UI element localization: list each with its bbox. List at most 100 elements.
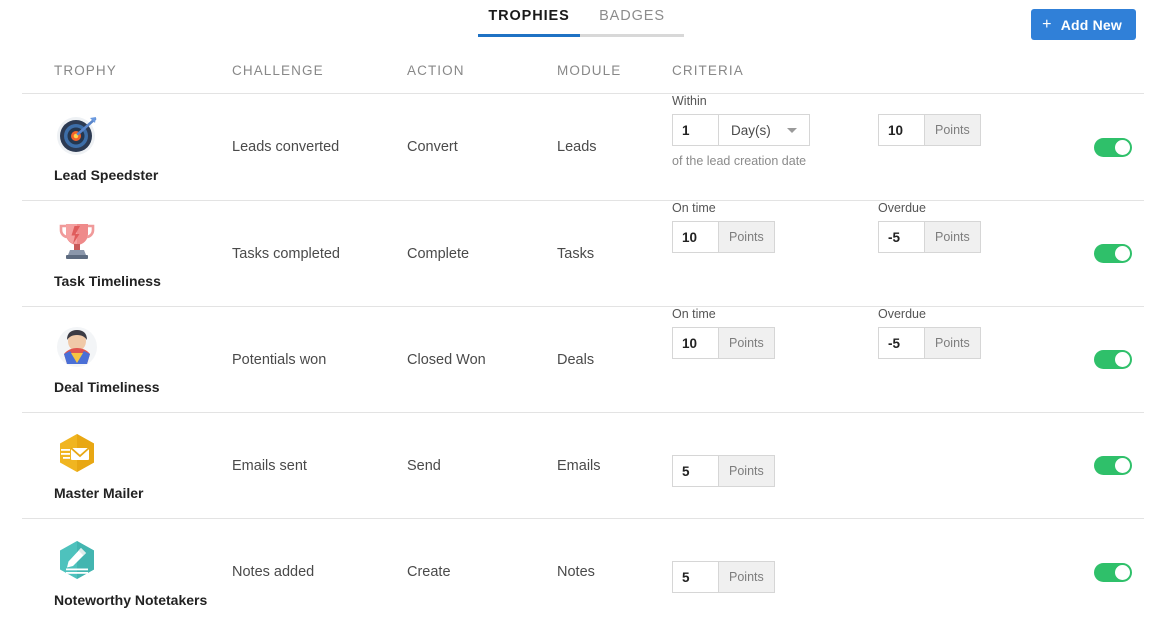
- criteria-unit-label-primary: Points: [718, 327, 775, 359]
- criteria-value-input-secondary[interactable]: [878, 327, 924, 359]
- criteria-input-group-primary: Points: [672, 455, 775, 487]
- module-cell: Tasks: [557, 245, 595, 262]
- enable-toggle-cell: [1072, 413, 1144, 518]
- criteria-group-primary: On time Points: [672, 201, 775, 253]
- criteria-input-group-primary: Day(s): [672, 114, 810, 146]
- target-dartboard-icon: [54, 112, 100, 158]
- enable-toggle-cell: [1072, 201, 1144, 306]
- table-row: Noteworthy Notetakers Notes added Create…: [22, 519, 1144, 625]
- trophy-name: Task Timeliness: [54, 273, 161, 289]
- criteria-cell: Points: [672, 413, 1072, 518]
- action-cell: Create: [407, 564, 451, 580]
- module-cell: Emails: [557, 457, 601, 474]
- criteria-group-secondary: Overdue Points: [878, 201, 981, 253]
- table-body: Lead Speedster Leads converted Convert L…: [0, 94, 1166, 625]
- criteria-label-primary: On time: [672, 307, 716, 321]
- criteria-value-input-primary[interactable]: [672, 221, 718, 253]
- criteria-group-primary: Points: [672, 541, 775, 593]
- column-header-module: MODULE: [557, 63, 622, 78]
- criteria-unit-label-secondary: Points: [924, 327, 981, 359]
- column-header-action: ACTION: [407, 63, 465, 78]
- challenge-cell: Leads converted: [232, 139, 340, 155]
- table-row: Master Mailer Emails sent Send Emails Po…: [22, 413, 1144, 519]
- criteria-unit-label-primary: Points: [718, 221, 775, 253]
- module-cell: Deals: [557, 351, 595, 368]
- trophy-cell: Deal Timeliness: [22, 307, 232, 412]
- criteria-input-group-primary: Points: [672, 327, 775, 359]
- criteria-unit-label-primary: Day(s): [731, 122, 771, 138]
- enable-toggle-cell: [1072, 519, 1144, 625]
- criteria-unit-select-primary[interactable]: Day(s): [718, 114, 810, 146]
- toggle-knob: [1115, 564, 1130, 580]
- pen-note-hexagon-icon: [54, 537, 100, 583]
- criteria-group-secondary: Overdue Points: [878, 307, 981, 359]
- criteria-label-primary: On time: [672, 201, 716, 215]
- column-header-criteria: CRITERIA: [672, 63, 744, 78]
- table-row: Deal Timeliness Potentials won Closed Wo…: [22, 307, 1144, 413]
- criteria-group-primary: Within Day(s) of the lead creation date: [672, 94, 810, 168]
- action-cell: Closed Won: [407, 351, 486, 368]
- table-row: Lead Speedster Leads converted Convert L…: [22, 94, 1144, 201]
- criteria-label-secondary: [878, 94, 981, 108]
- envelope-hexagon-icon: [54, 430, 100, 476]
- enable-toggle[interactable]: [1094, 137, 1132, 157]
- criteria-label-secondary: Overdue: [878, 307, 926, 321]
- criteria-value-input-primary[interactable]: [672, 455, 718, 487]
- trophy-cell: Lead Speedster: [22, 94, 232, 200]
- trophy-name: Lead Speedster: [54, 166, 159, 183]
- tab-bar: TROPHIES BADGES: [478, 6, 684, 36]
- criteria-unit-label-primary: Points: [718, 455, 775, 487]
- column-header-trophy: TROPHY: [54, 63, 117, 78]
- toggle-knob: [1115, 139, 1130, 155]
- top-bar: TROPHIES BADGES + Add New: [0, 0, 1166, 48]
- toggle-knob: [1115, 458, 1130, 473]
- criteria-input-group-secondary: Points: [878, 327, 981, 359]
- trophy-name: Noteworthy Notetakers: [54, 591, 208, 608]
- tab-badges[interactable]: BADGES: [580, 6, 684, 36]
- trophies-table: TROPHY CHALLENGE ACTION MODULE CRITERIA …: [0, 48, 1166, 625]
- criteria-unit-label-primary: Points: [718, 561, 775, 593]
- toggle-knob: [1115, 352, 1130, 367]
- criteria-input-group-primary: Points: [672, 221, 775, 253]
- enable-toggle[interactable]: [1094, 562, 1132, 582]
- criteria-unit-label-secondary: Points: [924, 114, 981, 146]
- trophy-cell: Master Mailer: [22, 413, 232, 518]
- tab-underline: [478, 34, 684, 37]
- challenge-cell: Emails sent: [232, 457, 307, 474]
- criteria-label-primary: [672, 435, 775, 449]
- criteria-input-group-secondary: Points: [878, 221, 981, 253]
- criteria-value-input-primary[interactable]: [672, 114, 718, 146]
- tab-active-indicator: [478, 34, 580, 37]
- chevron-down-icon: [786, 127, 797, 133]
- add-new-label: Add New: [1060, 16, 1122, 33]
- superhero-avatar-icon: [54, 324, 100, 370]
- trophy-cell: Noteworthy Notetakers: [22, 519, 232, 625]
- module-cell: Leads: [557, 139, 597, 155]
- table-row: Task Timeliness Tasks completed Complete…: [22, 201, 1144, 307]
- tab-trophies[interactable]: TROPHIES: [478, 6, 580, 36]
- enable-toggle[interactable]: [1094, 456, 1132, 475]
- enable-toggle-cell: [1072, 94, 1144, 200]
- trophy-name: Master Mailer: [54, 485, 144, 501]
- challenge-cell: Notes added: [232, 564, 315, 580]
- criteria-help-text: of the lead creation date: [672, 154, 807, 168]
- enable-toggle[interactable]: [1094, 350, 1132, 369]
- trophy-cup-icon: [54, 218, 100, 264]
- column-header-challenge: CHALLENGE: [232, 63, 324, 78]
- enable-toggle[interactable]: [1094, 244, 1132, 263]
- criteria-value-input-secondary[interactable]: [878, 221, 924, 253]
- action-cell: Send: [407, 457, 441, 474]
- trophy-name: Deal Timeliness: [54, 379, 160, 395]
- criteria-value-input-secondary[interactable]: [878, 114, 924, 146]
- criteria-value-input-primary[interactable]: [672, 561, 718, 593]
- criteria-label-secondary: Overdue: [878, 201, 926, 215]
- criteria-cell: On time Points Overdue Points: [672, 201, 1072, 306]
- toggle-knob: [1115, 246, 1130, 261]
- criteria-label-primary: Within: [672, 94, 707, 108]
- criteria-cell: Points: [672, 519, 1072, 625]
- plus-icon: +: [1042, 15, 1052, 33]
- criteria-value-input-primary[interactable]: [672, 327, 718, 359]
- add-new-button[interactable]: + Add New: [1031, 9, 1136, 40]
- challenge-cell: Potentials won: [232, 351, 327, 368]
- criteria-cell: Within Day(s) of the lead creation date …: [672, 94, 1072, 200]
